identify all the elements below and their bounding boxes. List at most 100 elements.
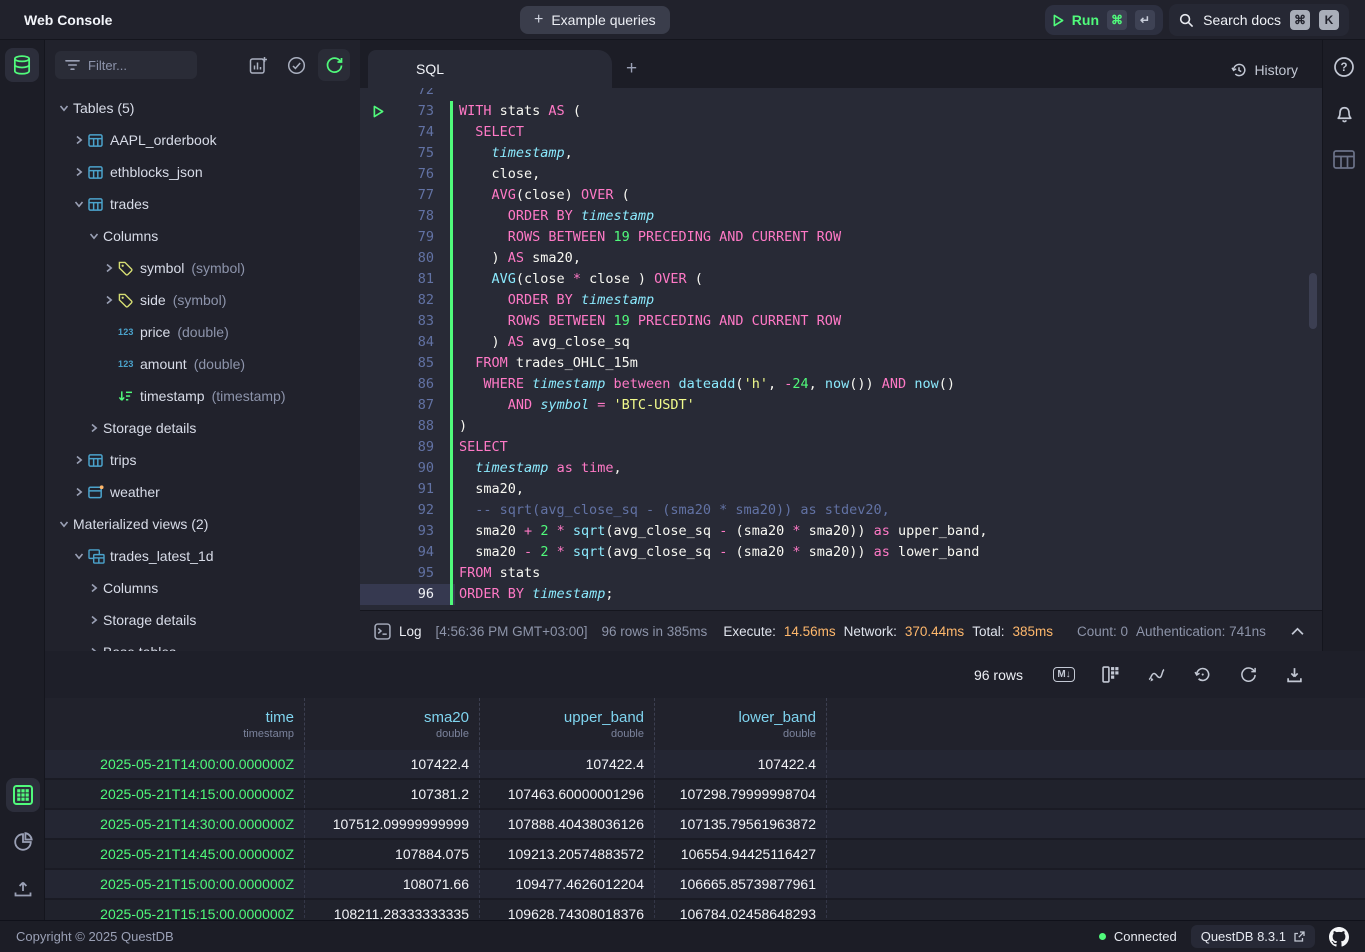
code-line-94[interactable]: 94 sma20 - 2 * sqrt(avg_close_sq - (sma2… <box>360 542 1322 563</box>
new-tab-button[interactable]: + <box>626 58 637 80</box>
cell-sma20[interactable]: 107381.2 <box>305 780 480 808</box>
select-tables-button[interactable] <box>280 49 312 81</box>
cell-time[interactable]: 2025-05-21T15:15:00.000000Z <box>45 900 305 920</box>
chart-view-button[interactable] <box>6 825 40 859</box>
tree-item-storage-details[interactable]: Storage details <box>45 412 360 444</box>
chevron-down-icon[interactable] <box>70 551 88 561</box>
code-line-95[interactable]: 95FROM stats <box>360 563 1322 584</box>
tree-item-columns[interactable]: Columns <box>45 572 360 604</box>
code-line-83[interactable]: 83 ROWS BETWEEN 19 PRECEDING AND CURRENT… <box>360 311 1322 332</box>
run-button[interactable]: Run ⌘ ↵ <box>1045 5 1163 35</box>
code-line-80[interactable]: 80 ) AS sma20, <box>360 248 1322 269</box>
code-line-87[interactable]: 87 AND symbol = 'BTC-USDT' <box>360 395 1322 416</box>
cell-sma20[interactable]: 107884.075 <box>305 840 480 868</box>
tree-item-aapl-orderbook[interactable]: AAPL_orderbook <box>45 124 360 156</box>
code-line-84[interactable]: 84 ) AS avg_close_sq <box>360 332 1322 353</box>
cell-upper_band[interactable]: 109213.20574883572 <box>480 840 655 868</box>
cell-time[interactable]: 2025-05-21T14:45:00.000000Z <box>45 840 305 868</box>
grid-view-button[interactable] <box>6 778 40 812</box>
notifications-button[interactable] <box>1329 98 1359 128</box>
code-line-73[interactable]: 73WITH stats AS ( <box>360 101 1322 122</box>
chevron-right-icon[interactable] <box>100 263 118 273</box>
chevron-right-icon[interactable] <box>85 423 103 433</box>
filter-input[interactable] <box>88 58 178 73</box>
github-link[interactable] <box>1329 927 1349 947</box>
cell-time[interactable]: 2025-05-21T15:00:00.000000Z <box>45 870 305 898</box>
database-nav-button[interactable] <box>5 48 39 82</box>
chevron-right-icon[interactable] <box>70 135 88 145</box>
chevron-right-icon[interactable] <box>100 295 118 305</box>
tree-item-trades-latest-1d[interactable]: trades_latest_1d <box>45 540 360 572</box>
code-line-96[interactable]: 96ORDER BY timestamp; <box>360 584 1322 605</box>
code-line-75[interactable]: 75 timestamp, <box>360 143 1322 164</box>
tree-item-base-tables[interactable]: Base tables <box>45 636 360 651</box>
tree-item-storage-details[interactable]: Storage details <box>45 604 360 636</box>
code-line-90[interactable]: 90 timestamp as time, <box>360 458 1322 479</box>
tree-item-materialized-views-2[interactable]: Materialized views (2) <box>45 508 360 540</box>
code-line-76[interactable]: 76 close, <box>360 164 1322 185</box>
cell-upper_band[interactable]: 109628.74308018376 <box>480 900 655 920</box>
column-header-upper_band[interactable]: upper_banddouble <box>480 698 655 750</box>
example-queries-button[interactable]: + Example queries <box>520 6 670 34</box>
cell-upper_band[interactable]: 107888.40438036126 <box>480 810 655 838</box>
cell-lower_band[interactable]: 106554.94425116427 <box>655 840 827 868</box>
query-history-button[interactable] <box>1189 663 1215 687</box>
download-csv-button[interactable] <box>1281 663 1307 687</box>
cell-time[interactable]: 2025-05-21T14:30:00.000000Z <box>45 810 305 838</box>
cell-time[interactable]: 2025-05-21T14:00:00.000000Z <box>45 750 305 778</box>
code-line-82[interactable]: 82 ORDER BY timestamp <box>360 290 1322 311</box>
help-button[interactable]: ? <box>1329 52 1359 82</box>
column-header-sma20[interactable]: sma20double <box>305 698 480 750</box>
filter-input-wrap[interactable] <box>55 51 197 79</box>
cell-sma20[interactable]: 107422.4 <box>305 750 480 778</box>
cell-upper_band[interactable]: 109477.4626012204 <box>480 870 655 898</box>
chevron-down-icon[interactable] <box>85 231 103 241</box>
code-line-74[interactable]: 74 SELECT <box>360 122 1322 143</box>
editor-scrollbar[interactable] <box>1309 273 1317 329</box>
code-line-92[interactable]: 92 -- sqrt(avg_close_sq - (sma20 * sma20… <box>360 500 1322 521</box>
code-line-89[interactable]: 89SELECT <box>360 437 1322 458</box>
search-docs-button[interactable]: Search docs ⌘ K <box>1169 4 1349 36</box>
code-line-85[interactable]: 85 FROM trades_OHLC_15m <box>360 353 1322 374</box>
tree-item-symbol[interactable]: symbol(symbol) <box>45 252 360 284</box>
code-line-77[interactable]: 77 AVG(close) OVER ( <box>360 185 1322 206</box>
code-line-93[interactable]: 93 sma20 + 2 * sqrt(avg_close_sq - (sma2… <box>360 521 1322 542</box>
chevron-down-icon[interactable] <box>55 103 73 113</box>
tree-item-trades[interactable]: trades <box>45 188 360 220</box>
tree-item-price[interactable]: 123price(double) <box>45 316 360 348</box>
chevron-right-icon[interactable] <box>70 487 88 497</box>
cell-sma20[interactable]: 108071.66 <box>305 870 480 898</box>
chevron-down-icon[interactable] <box>55 519 73 529</box>
chevron-down-icon[interactable] <box>70 199 88 209</box>
cell-lower_band[interactable]: 107135.79561963872 <box>655 810 827 838</box>
code-line-72[interactable]: 72 <box>360 88 1322 101</box>
code-line-86[interactable]: 86 WHERE timestamp between dateadd('h', … <box>360 374 1322 395</box>
tab-sql[interactable]: SQL <box>368 50 612 88</box>
markdown-export-button[interactable]: M↓ <box>1051 663 1077 687</box>
tree-item-weather[interactable]: weather <box>45 476 360 508</box>
cell-lower_band[interactable]: 107422.4 <box>655 750 827 778</box>
cell-lower_band[interactable]: 106665.85739877961 <box>655 870 827 898</box>
tree-item-ethblocks-json[interactable]: ethblocks_json <box>45 156 360 188</box>
code-line-88[interactable]: 88) <box>360 416 1322 437</box>
cell-time[interactable]: 2025-05-21T14:15:00.000000Z <box>45 780 305 808</box>
code-line-79[interactable]: 79 ROWS BETWEEN 19 PRECEDING AND CURRENT… <box>360 227 1322 248</box>
tree-item-tables-5[interactable]: Tables (5) <box>45 92 360 124</box>
tree-item-side[interactable]: side(symbol) <box>45 284 360 316</box>
tree-item-columns[interactable]: Columns <box>45 220 360 252</box>
version-link[interactable]: QuestDB 8.3.1 <box>1191 925 1315 948</box>
grid-layout-button[interactable] <box>1097 663 1123 687</box>
column-header-lower_band[interactable]: lower_banddouble <box>655 698 827 750</box>
cell-lower_band[interactable]: 106784.02458648293 <box>655 900 827 920</box>
refresh-button[interactable] <box>1235 663 1261 687</box>
add-metrics-button[interactable] <box>242 49 274 81</box>
cell-upper_band[interactable]: 107463.60000001296 <box>480 780 655 808</box>
collapse-log-button[interactable] <box>1287 623 1308 640</box>
cell-sma20[interactable]: 108211.28333333335 <box>305 900 480 920</box>
code-editor[interactable]: 7273WITH stats AS (74 SELECT75 timestamp… <box>360 88 1322 610</box>
chevron-right-icon[interactable] <box>85 583 103 593</box>
cell-lower_band[interactable]: 107298.79999998704 <box>655 780 827 808</box>
code-line-91[interactable]: 91 sma20, <box>360 479 1322 500</box>
import-button[interactable] <box>6 872 40 906</box>
code-line-81[interactable]: 81 AVG(close * close ) OVER ( <box>360 269 1322 290</box>
